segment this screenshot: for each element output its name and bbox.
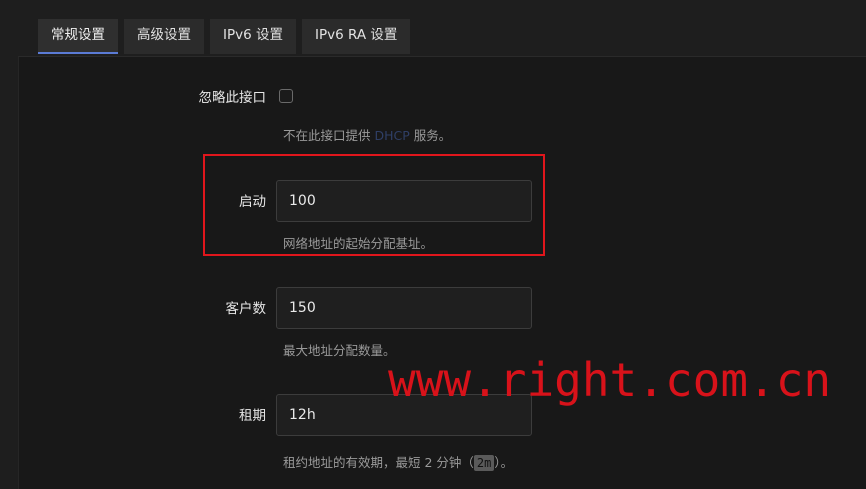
min-duration-code: 2m: [473, 455, 495, 471]
tab-ipv6-ra[interactable]: IPv6 RA 设置: [302, 19, 411, 54]
limit-label: 客户数: [225, 301, 267, 317]
ignore-interface-label: 忽略此接口: [198, 90, 267, 106]
leasetime-input[interactable]: 12h: [276, 394, 532, 436]
ignore-interface-checkbox[interactable]: [279, 89, 293, 103]
dhcp-text: DHCP: [374, 128, 410, 143]
dhcp-settings-page: 常规设置 高级设置 IPv6 设置 IPv6 RA 设置 忽略此接口 不在此接口…: [0, 0, 866, 489]
tab-advanced[interactable]: 高级设置: [124, 19, 204, 54]
start-input[interactable]: 100: [276, 180, 532, 222]
tab-ipv6[interactable]: IPv6 设置: [210, 19, 296, 54]
tab-general[interactable]: 常规设置: [38, 19, 118, 54]
leasetime-description: 租约地址的有效期，最短 2 分钟（ 2m）。: [283, 455, 514, 471]
tab-bar: 常规设置 高级设置 IPv6 设置 IPv6 RA 设置: [38, 19, 416, 56]
start-description: 网络地址的起始分配基址。: [283, 236, 434, 251]
ignore-interface-description: 不在此接口提供 DHCP 服务。: [283, 128, 452, 143]
start-label: 启动: [239, 194, 266, 210]
limit-input[interactable]: 150: [276, 287, 532, 329]
limit-description: 最大地址分配数量。: [283, 343, 396, 358]
leasetime-label: 租期: [239, 408, 266, 424]
